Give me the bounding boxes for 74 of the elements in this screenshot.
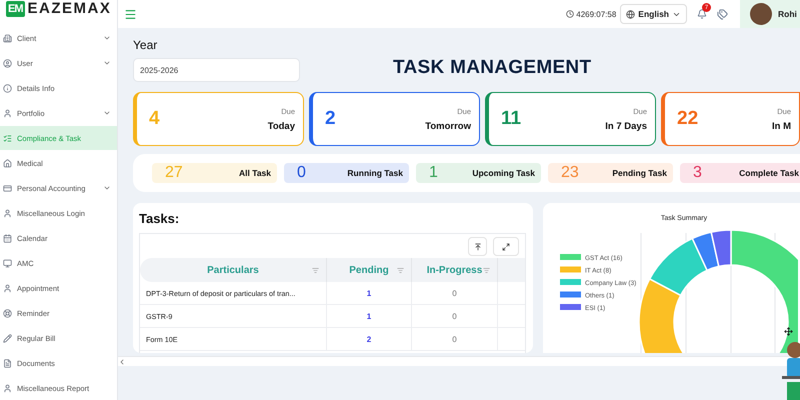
legend-swatch xyxy=(560,266,581,272)
due-count: 2 xyxy=(325,108,337,130)
due-period: In 7 Days xyxy=(605,120,647,132)
brand-name: EAZEMAX xyxy=(28,0,112,17)
menu-item-icon xyxy=(3,358,12,368)
upload-icon xyxy=(474,242,482,250)
expand-icon xyxy=(502,242,510,250)
due-period: Tomorrow xyxy=(425,120,471,132)
menu-item-icon xyxy=(3,158,12,168)
fullscreen-button[interactable] xyxy=(493,237,519,256)
table-cell: 0 xyxy=(412,282,498,305)
status-label: Running Task xyxy=(347,168,403,178)
chevron-down-icon xyxy=(103,184,111,192)
menu-item-icon xyxy=(3,334,12,342)
tags-icon[interactable] xyxy=(717,8,728,20)
legend-swatch xyxy=(560,292,581,298)
avatar[interactable] xyxy=(750,3,772,25)
year-label: Year xyxy=(133,38,158,52)
due-count: 4 xyxy=(149,108,161,130)
menu-item-icon xyxy=(3,34,12,42)
table-cell: 1 xyxy=(327,282,412,305)
menu-item-icon xyxy=(3,184,12,192)
due-count: 11 xyxy=(501,108,522,130)
status-label: All Task xyxy=(239,168,271,178)
menu-icon[interactable] xyxy=(124,8,137,20)
table-cell: 0 xyxy=(412,328,498,351)
status-chip[interactable]: 1 Upcoming Task xyxy=(416,163,541,183)
table-cell: 0 xyxy=(412,305,498,328)
status-chip[interactable]: 23 Pending Task xyxy=(548,163,673,183)
menu-item-icon xyxy=(3,234,12,242)
upload-button[interactable] xyxy=(468,237,487,256)
due-period: Today xyxy=(268,120,295,132)
status-count: 27 xyxy=(165,164,183,182)
timer: 4269:07:58 xyxy=(566,10,616,18)
move-icon[interactable] xyxy=(784,327,793,336)
status-label: Pending Task xyxy=(612,168,667,178)
tasks-title: Tasks: xyxy=(139,211,180,226)
due-period: In M xyxy=(772,120,791,132)
menu-item-icon xyxy=(3,208,12,218)
legend-swatch xyxy=(560,279,581,285)
menu-item-icon xyxy=(3,284,12,292)
status-count: 1 xyxy=(429,164,438,182)
menu-item-icon xyxy=(3,108,12,118)
year-select[interactable]: 2025-2026 xyxy=(133,58,300,82)
logo-mark: EM xyxy=(6,0,24,16)
globe-icon xyxy=(626,10,636,18)
chevron-down-icon xyxy=(103,109,111,117)
table-cell: 2 xyxy=(327,328,412,351)
chevron-down-icon xyxy=(103,34,111,42)
menu-item-icon xyxy=(3,84,12,92)
status-chip[interactable]: 27 All Task xyxy=(152,163,277,183)
menu-item-icon xyxy=(3,58,12,68)
chevron-down-icon xyxy=(103,59,111,67)
table-cell: 1 xyxy=(327,305,412,328)
user-name: Rohi xyxy=(778,9,797,19)
clock-icon xyxy=(566,10,574,18)
bell-icon[interactable] xyxy=(697,9,707,19)
due-count: 22 xyxy=(677,108,700,130)
page-title: TASK MANAGEMENT xyxy=(393,57,592,79)
status-chip[interactable]: 0 Running Task xyxy=(284,163,409,183)
status-count: 0 xyxy=(297,164,306,182)
status-count: 3 xyxy=(693,164,702,182)
status-count: 23 xyxy=(561,164,579,182)
language-select[interactable]: English xyxy=(620,4,687,24)
status-label: Upcoming Task xyxy=(472,168,535,178)
legend-swatch xyxy=(560,304,581,310)
menu-item-icon xyxy=(3,308,12,318)
collapse-icon[interactable] xyxy=(118,358,126,366)
legend-swatch xyxy=(560,254,581,260)
menu-item-icon xyxy=(3,134,12,142)
menu-item-icon xyxy=(3,384,12,392)
status-label: Complete Task xyxy=(739,168,799,178)
menu-item-icon xyxy=(3,258,12,268)
status-chip[interactable]: 3 Complete Task xyxy=(680,163,800,183)
